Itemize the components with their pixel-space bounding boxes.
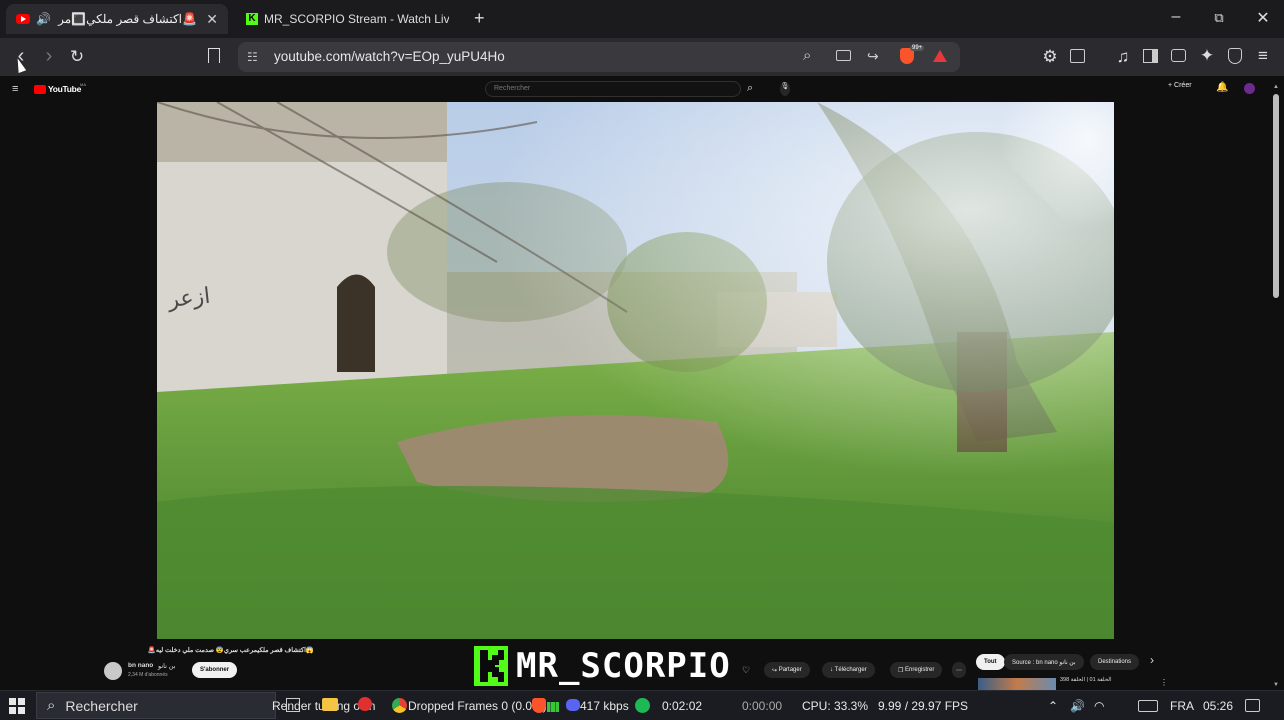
channel-avatar[interactable] bbox=[104, 662, 122, 680]
close-tab-icon[interactable]: ✕ bbox=[206, 11, 218, 28]
recommended-title[interactable]: الحلقة 01 | الحلقة 398 bbox=[1060, 677, 1111, 683]
cast-icon[interactable] bbox=[836, 50, 851, 61]
volume-icon[interactable]: 🔊 bbox=[1070, 699, 1085, 713]
sidebar-icon[interactable] bbox=[1143, 49, 1158, 63]
minimize-icon[interactable]: – bbox=[1166, 8, 1186, 26]
obs-stream-time: 0:02:02 bbox=[662, 699, 703, 713]
url-text[interactable]: youtube.com/watch?v=EOp_yuPU4Ho bbox=[274, 49, 505, 64]
share-icon[interactable]: ↪ bbox=[867, 48, 879, 65]
obs-record-time: 0:00:00 bbox=[742, 699, 783, 713]
chip-source[interactable]: Source : bn nano بن نانو bbox=[1004, 654, 1084, 670]
taskbar-search-placeholder: Rechercher bbox=[65, 697, 138, 714]
streamer-name: MR_SCORPIO bbox=[516, 646, 731, 686]
notification-center-icon[interactable] bbox=[1245, 699, 1260, 712]
share-icon: ↪ bbox=[772, 667, 779, 674]
microphone-icon[interactable]: 🎙 bbox=[780, 82, 790, 96]
search-icon: ⌕ bbox=[47, 697, 56, 714]
spotify-icon[interactable] bbox=[635, 698, 650, 713]
channel-sub-name[interactable]: بن نانو bbox=[158, 662, 176, 670]
download-label: Télécharger bbox=[834, 667, 867, 673]
tab-search-icon[interactable] bbox=[1070, 49, 1085, 63]
signal-bars-icon bbox=[547, 702, 559, 712]
site-info-icon[interactable]: ☷ bbox=[247, 50, 258, 64]
channel-name[interactable]: bn nano bbox=[128, 662, 153, 669]
new-tab-button[interactable]: + bbox=[474, 8, 485, 29]
speaker-icon[interactable]: 🔊 bbox=[36, 12, 51, 26]
windows-start-icon[interactable] bbox=[9, 698, 25, 714]
share-button[interactable]: ↪ Partager bbox=[764, 662, 810, 678]
create-button[interactable]: + Créer bbox=[1168, 82, 1192, 89]
streamer-overlay: MR_SCORPIO bbox=[474, 645, 731, 687]
taskbar-search-input[interactable]: ⌕ Rechercher bbox=[36, 692, 276, 719]
forward-icon[interactable]: › bbox=[38, 45, 60, 68]
file-explorer-icon[interactable] bbox=[322, 698, 338, 711]
bookmark-icon[interactable] bbox=[208, 48, 220, 63]
video-title: 😱اكتشاف قصر ملكيمرعب سري😨 صدمت ملي دخلت … bbox=[147, 647, 314, 654]
menu-icon[interactable]: ≡ bbox=[1252, 46, 1274, 66]
leo-ai-icon[interactable]: ✦ bbox=[1196, 46, 1218, 66]
keyboard-icon[interactable] bbox=[1138, 700, 1158, 712]
youtube-logo-text[interactable]: YouTube bbox=[48, 84, 81, 94]
recommended-thumbnail[interactable] bbox=[978, 678, 1056, 690]
tab-label: MR_SCORPIO Stream - Watch Live on bbox=[264, 12, 449, 26]
vpn-icon[interactable] bbox=[1228, 48, 1242, 64]
save-icon: ❐ bbox=[898, 667, 906, 674]
kick-logo-icon bbox=[474, 646, 508, 686]
recording-app-icon[interactable] bbox=[358, 697, 372, 711]
kick-favicon-icon: K bbox=[246, 13, 258, 25]
chip-all[interactable]: Tout bbox=[976, 654, 1005, 670]
wallet-icon[interactable] bbox=[1171, 49, 1186, 62]
video-frame-image: ﺍﺯﻋﺮ bbox=[157, 102, 1114, 639]
subscriber-count: 2,34 M d'abonnés bbox=[128, 672, 168, 678]
download-button[interactable]: ↓ Télécharger bbox=[822, 662, 875, 678]
discord-icon[interactable] bbox=[566, 699, 580, 711]
obs-cpu: CPU: 33.3% bbox=[802, 699, 869, 713]
recommended-more-icon[interactable]: ⋮ bbox=[1160, 678, 1168, 687]
chrome-icon[interactable] bbox=[392, 698, 407, 713]
hamburger-icon[interactable]: ≡ bbox=[12, 83, 18, 95]
subscribe-button[interactable]: S'abonner bbox=[192, 662, 238, 678]
media-icon[interactable]: ♫ bbox=[1112, 47, 1134, 67]
extensions-icon[interactable]: ⚙ bbox=[1039, 47, 1061, 67]
wifi-icon[interactable]: ◠ bbox=[1094, 699, 1104, 713]
save-button[interactable]: ❐ Enregistrer bbox=[890, 662, 943, 678]
youtube-search-input[interactable]: Rechercher bbox=[485, 81, 741, 97]
page-scrollbar[interactable] bbox=[1273, 94, 1279, 298]
close-window-icon[interactable]: ✕ bbox=[1253, 8, 1273, 28]
create-label: Créer bbox=[1174, 82, 1192, 89]
more-actions-button[interactable]: ⋯ bbox=[952, 662, 966, 678]
chip-destinations[interactable]: Destinations bbox=[1090, 654, 1140, 670]
scroll-down-icon[interactable]: ▼ bbox=[1273, 682, 1279, 688]
clock[interactable]: 05:26 bbox=[1203, 699, 1233, 713]
search-icon[interactable]: ⌕ bbox=[747, 82, 753, 95]
tab-youtube-video[interactable]: 🔊 🚨اكتشاف قصر ملكي🔳مرعب ✕ bbox=[6, 4, 228, 34]
youtube-logo-icon[interactable] bbox=[34, 85, 46, 94]
scroll-up-icon[interactable]: ▲ bbox=[1273, 84, 1279, 90]
video-player[interactable]: ﺍﺯﻋﺮ bbox=[157, 102, 1114, 639]
youtube-region: MA bbox=[80, 82, 86, 87]
chips-next-icon[interactable]: › bbox=[1150, 653, 1154, 667]
language-indicator[interactable]: FRA bbox=[1170, 699, 1194, 713]
brave-rewards-icon[interactable] bbox=[933, 50, 947, 62]
share-label: Partager bbox=[778, 667, 802, 673]
save-label: Enregistrer bbox=[905, 667, 935, 673]
chevron-up-icon[interactable]: ⌃ bbox=[1048, 699, 1058, 713]
shields-badge: 99+ bbox=[910, 45, 925, 51]
reload-icon[interactable]: ↻ bbox=[66, 47, 88, 67]
youtube-favicon-icon bbox=[16, 14, 30, 24]
obs-fps: 9.99 / 29.97 FPS bbox=[878, 699, 969, 713]
avatar[interactable] bbox=[1244, 83, 1255, 94]
obs-bitrate: 417 kbps bbox=[580, 699, 629, 713]
tab-kick-stream[interactable]: K MR_SCORPIO Stream - Watch Live on bbox=[236, 4, 464, 34]
brave-taskbar-icon[interactable] bbox=[532, 698, 546, 713]
notifications-icon[interactable]: 🔔 bbox=[1216, 82, 1228, 93]
obs-dropped-frames: Dropped Frames 0 (0.0%) bbox=[408, 699, 547, 713]
zoom-icon[interactable]: ⌕ bbox=[803, 47, 811, 64]
dislike-icon[interactable]: ♡ bbox=[742, 665, 750, 676]
restore-icon[interactable]: ⧉ bbox=[1209, 10, 1229, 26]
tab-label: 🚨اكتشاف قصر ملكي🔳مرعب bbox=[57, 12, 197, 26]
